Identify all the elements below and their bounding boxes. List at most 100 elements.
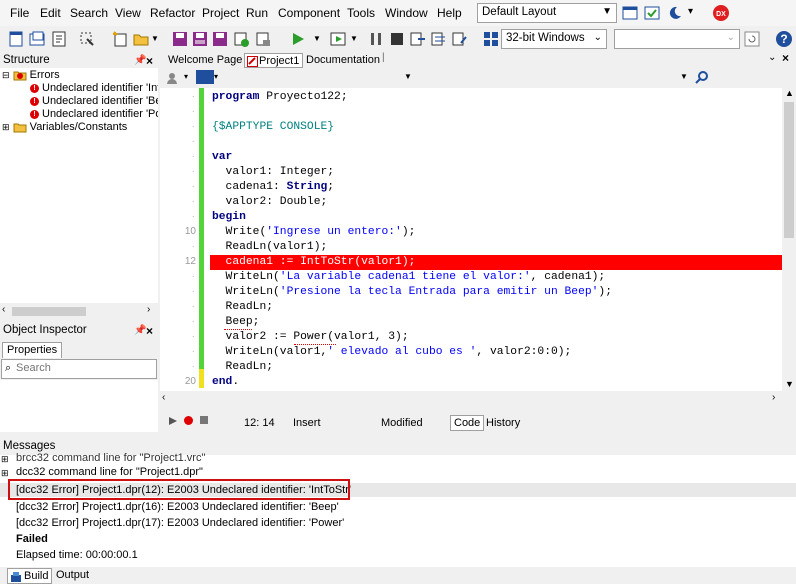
save-layout-icon[interactable]: [622, 5, 638, 21]
message-line[interactable]: brcc32 command line for "Project1.vrc": [16, 452, 205, 464]
scroll-right-icon[interactable]: ›: [772, 392, 775, 403]
tab-documentation[interactable]: Documentation: [303, 53, 383, 68]
tree-node-variables[interactable]: ⊞ Variables/Constants: [2, 121, 158, 133]
chevron-down-icon[interactable]: ▾: [214, 72, 218, 81]
play-macro-icon[interactable]: [168, 416, 178, 426]
new-item-icon[interactable]: [112, 31, 128, 47]
menu-refactor[interactable]: Refactor: [150, 6, 195, 20]
tab-welcome-page[interactable]: Welcome Page: [165, 53, 245, 68]
search-input[interactable]: [16, 362, 154, 374]
method-nav-icon[interactable]: [196, 70, 214, 84]
code-line[interactable]: ReadLn(valor1);: [212, 240, 328, 255]
scroll-down-icon[interactable]: ▼: [785, 379, 794, 389]
add-to-project-icon[interactable]: [233, 31, 249, 47]
scroll-thumb[interactable]: [12, 307, 86, 316]
menu-tools[interactable]: Tools: [347, 6, 375, 20]
moon-icon[interactable]: [667, 5, 683, 21]
code-line[interactable]: WriteLn('La variable cadena1 tiene el va…: [212, 270, 606, 285]
remove-from-project-icon[interactable]: [255, 31, 271, 47]
open-icon[interactable]: [29, 31, 45, 47]
select-icon[interactable]: [79, 31, 95, 47]
scroll-left-icon[interactable]: ‹: [2, 304, 5, 315]
code-line[interactable]: var: [212, 150, 232, 165]
chevron-down-icon[interactable]: ▼: [350, 34, 358, 43]
menu-project[interactable]: Project: [202, 6, 239, 20]
tree-node-errors[interactable]: ⊟ Errors: [2, 69, 158, 81]
tab-history[interactable]: History: [486, 417, 520, 429]
code-line[interactable]: valor1: Integer;: [212, 165, 334, 180]
code-line[interactable]: ReadLn;: [212, 360, 273, 375]
run-to-cursor-icon[interactable]: [452, 31, 468, 47]
menu-help[interactable]: Help: [437, 6, 462, 20]
code-line[interactable]: begin: [212, 210, 246, 225]
pause-icon[interactable]: [368, 31, 384, 47]
help-icon[interactable]: ?: [775, 30, 793, 48]
layout-combo[interactable]: Default Layout ▼: [477, 3, 617, 23]
code-line[interactable]: WriteLn(valor1,' elevado al cubo es ', v…: [212, 345, 572, 360]
tree-node-error[interactable]: !Undeclared identifier 'Power': [30, 108, 158, 120]
message-line-error[interactable]: [dcc32 Error] Project1.dpr(17): E2003 Un…: [16, 517, 344, 529]
menu-component[interactable]: Component: [278, 6, 340, 20]
expand-icon[interactable]: ⊞: [2, 122, 10, 132]
run-icon[interactable]: [290, 31, 306, 47]
expand-icon[interactable]: ⊞: [1, 454, 9, 465]
collapse-icon[interactable]: ⊟: [2, 70, 10, 80]
save-project-icon[interactable]: [212, 31, 228, 47]
tab-build[interactable]: Build: [7, 568, 53, 584]
scroll-left-icon[interactable]: ‹: [162, 392, 165, 403]
tab-output[interactable]: Output: [56, 569, 89, 581]
tab-code[interactable]: Code: [450, 415, 485, 431]
tree-node-error[interactable]: !Undeclared identifier 'IntToStr': [30, 82, 158, 94]
structure-hscrollbar[interactable]: ‹ ›: [0, 303, 158, 319]
stop-macro-icon[interactable]: [199, 415, 209, 425]
menu-file[interactable]: File: [10, 6, 29, 20]
menu-run[interactable]: Run: [246, 6, 268, 20]
stop-icon[interactable]: [389, 31, 405, 47]
form-icon[interactable]: [51, 31, 67, 47]
menu-search[interactable]: Search: [70, 6, 108, 20]
code-line[interactable]: program Proyecto122;: [212, 90, 348, 105]
tab-properties[interactable]: Properties: [2, 342, 63, 358]
pin-icon[interactable]: 📌: [134, 55, 146, 66]
chevron-down-icon[interactable]: ▼: [313, 34, 321, 43]
message-line[interactable]: dcc32 command line for "Project1.dpr": [16, 466, 203, 478]
search-icon[interactable]: [694, 70, 709, 85]
class-nav-icon[interactable]: [166, 71, 184, 85]
editor-hscrollbar[interactable]: ‹ ›: [160, 391, 796, 407]
refresh-icon[interactable]: [744, 31, 760, 47]
menu-edit[interactable]: Edit: [40, 6, 61, 20]
close-icon[interactable]: ×: [146, 324, 153, 338]
save-all-icon[interactable]: [192, 31, 208, 47]
chevron-down-icon[interactable]: ▼: [151, 34, 159, 43]
set-layout-icon[interactable]: [644, 5, 660, 21]
menu-view[interactable]: View: [115, 6, 141, 20]
code-line[interactable]: Write('Ingrese un entero:');: [212, 225, 416, 240]
tree-node-error[interactable]: !Undeclared identifier 'Beep': [30, 95, 158, 107]
tab-project1[interactable]: Project1: [244, 53, 304, 68]
record-macro-icon[interactable]: [183, 415, 194, 426]
new-icon[interactable]: [8, 31, 24, 47]
menu-window[interactable]: Window: [385, 6, 428, 20]
code-line[interactable]: {$APPTYPE CONSOLE}: [212, 120, 334, 135]
close-icon[interactable]: ×: [146, 54, 153, 68]
chevron-down-icon[interactable]: ▼: [404, 72, 412, 81]
scroll-thumb[interactable]: [784, 102, 794, 238]
code-line[interactable]: WriteLn('Presione la tecla Entrada para …: [212, 285, 612, 300]
code-line[interactable]: valor2: Double;: [212, 195, 328, 210]
scroll-up-icon[interactable]: ▲: [785, 88, 794, 98]
editor-vscrollbar[interactable]: ▲ ▼: [782, 88, 796, 391]
open-project-icon[interactable]: [133, 31, 149, 47]
configuration-combo[interactable]: ⌄: [614, 29, 740, 49]
code-line[interactable]: ReadLn;: [212, 300, 273, 315]
search-field[interactable]: ⌕: [1, 359, 157, 379]
pin-icon[interactable]: 📌: [134, 325, 146, 336]
run-without-debug-icon[interactable]: [330, 31, 346, 47]
scroll-right-icon[interactable]: ›: [147, 304, 150, 315]
platform-combo[interactable]: 32-bit Windows ⌄: [501, 29, 607, 49]
chevron-down-icon[interactable]: ▾: [688, 6, 693, 17]
dx-logo-icon[interactable]: DX: [712, 4, 730, 22]
chevron-down-icon[interactable]: ▼: [680, 72, 688, 81]
save-icon[interactable]: [172, 31, 188, 47]
code-editor[interactable]: program Proyecto122; {$APPTYPE CONSOLE} va…: [210, 88, 782, 391]
code-line[interactable]: cadena1 := IntToStr(valor1);: [212, 255, 416, 270]
